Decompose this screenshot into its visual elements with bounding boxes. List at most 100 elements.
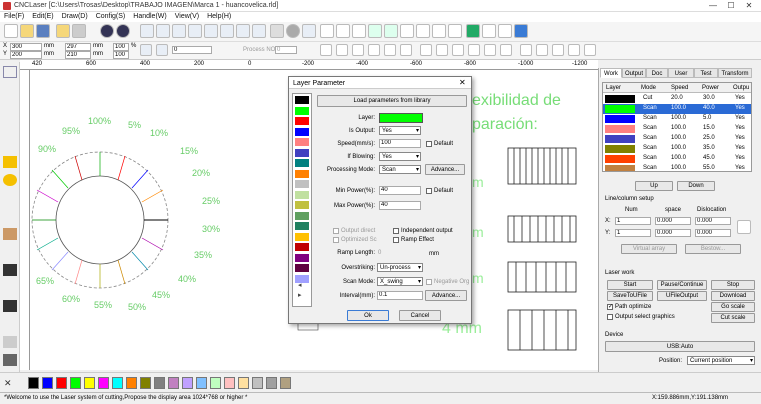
mirror-v-icon[interactable] [436, 44, 448, 56]
palette-swatch[interactable] [28, 377, 39, 389]
layer-swatch[interactable] [295, 264, 309, 272]
undo-icon[interactable] [100, 24, 114, 38]
palette-swatch[interactable] [140, 377, 151, 389]
arrow-nw-icon[interactable] [520, 44, 532, 56]
no-color-icon[interactable]: ✕ [4, 378, 14, 388]
palette-swatch[interactable] [168, 377, 179, 389]
ramp-effect-checkbox[interactable] [393, 237, 399, 243]
layer-swatch[interactable] [295, 201, 309, 209]
close-curve-icon[interactable] [432, 24, 446, 38]
output-select-checkbox[interactable] [607, 314, 613, 320]
palette-swatch[interactable] [266, 377, 277, 389]
lock-icon[interactable] [500, 44, 512, 56]
maximize-button[interactable]: ☐ [723, 1, 739, 11]
rotate-tool-icon[interactable] [3, 336, 17, 348]
array-grid-icon[interactable] [737, 220, 751, 234]
ramp-length-field[interactable]: 0 [378, 250, 381, 256]
layer-swatch[interactable] [295, 117, 309, 125]
palette-swatch[interactable] [42, 377, 53, 389]
palette-swatch[interactable] [252, 377, 263, 389]
palette-swatch[interactable] [238, 377, 249, 389]
max-power-field[interactable]: 40 [379, 201, 421, 210]
x-position-field[interactable]: 300 [10, 43, 42, 51]
palette-swatch[interactable] [210, 377, 221, 389]
zoom-in-icon[interactable] [140, 24, 154, 38]
polyline-tool-icon[interactable] [3, 120, 17, 132]
table-row[interactable]: Scan 100.0 55.0 Yes [603, 164, 751, 171]
mirror-tool-icon[interactable] [3, 318, 17, 330]
scroll-left-icon[interactable]: ◂ [298, 281, 302, 289]
height-field[interactable]: 210 [65, 51, 91, 59]
speed-default-checkbox[interactable] [426, 141, 432, 147]
settings-icon[interactable] [514, 24, 528, 38]
layer-swatch[interactable] [295, 232, 309, 241]
power-default-checkbox[interactable] [426, 188, 432, 194]
angle-field[interactable]: 0 [172, 46, 212, 54]
curve-icon[interactable] [320, 24, 334, 38]
overstriking-select[interactable]: Un-process [377, 263, 423, 272]
optimized-scan-checkbox[interactable] [333, 237, 339, 243]
layer-swatch[interactable] [295, 96, 309, 104]
frame-icon[interactable] [498, 24, 512, 38]
export-icon[interactable] [72, 24, 86, 38]
up-button[interactable]: Up [635, 181, 673, 191]
table-row[interactable]: Scan 100.0 15.0 Yes [603, 124, 751, 134]
menu-draw[interactable]: Draw(D) [58, 12, 92, 22]
download-button[interactable]: Download [711, 291, 755, 301]
circle-tool-icon[interactable] [286, 24, 300, 38]
layer-swatch[interactable] [295, 190, 309, 199]
y-space-field[interactable]: 0.000 [655, 229, 691, 237]
position-select[interactable]: Current position [687, 356, 755, 365]
arrow-ne-icon[interactable] [536, 44, 548, 56]
ellipse-tool-icon[interactable] [3, 174, 17, 186]
go-scale-button[interactable]: Go scale [711, 302, 755, 312]
tab-output[interactable]: Output [622, 68, 646, 78]
palette-swatch[interactable] [280, 377, 291, 389]
bestow-button[interactable]: Bestow... [685, 244, 741, 254]
table-row[interactable]: Cut 20.0 30.0 Yes [603, 94, 751, 104]
palette-swatch[interactable] [56, 377, 67, 389]
measure-tool-icon[interactable] [3, 246, 17, 258]
zoom-real-icon[interactable] [252, 24, 266, 38]
zoom-select-icon[interactable] [204, 24, 218, 38]
palette-swatch[interactable] [126, 377, 137, 389]
scroll-right-icon[interactable]: ▸ [298, 291, 302, 299]
min-power-field[interactable]: 40 [379, 186, 421, 195]
layer-swatch[interactable] [295, 243, 309, 251]
menu-config[interactable]: Config(S) [92, 12, 130, 22]
height-pct-field[interactable]: 100 [113, 51, 129, 59]
scan-mode-select[interactable]: X_swing [377, 277, 423, 286]
monitor-icon[interactable] [466, 24, 480, 38]
menu-help[interactable]: Help(H) [203, 12, 235, 22]
cancel-button[interactable]: Cancel [399, 310, 441, 321]
vertical-mirror-icon[interactable] [352, 24, 366, 38]
layer-swatch[interactable] [295, 148, 309, 157]
x-space-field[interactable]: 0.000 [655, 217, 691, 225]
align-top-icon[interactable] [352, 44, 364, 56]
align-left-icon[interactable] [320, 44, 332, 56]
cut-scale-button[interactable]: Cut scale [711, 313, 755, 323]
advance-button-2[interactable]: Advance... [425, 290, 467, 301]
redo-icon[interactable] [116, 24, 130, 38]
device-select[interactable]: USB:Auto [605, 341, 755, 352]
measure-icon[interactable] [302, 24, 316, 38]
y-position-field[interactable]: 200 [10, 51, 42, 59]
tab-user[interactable]: User [668, 68, 694, 78]
node-edit-icon[interactable] [3, 84, 17, 96]
processing-mode-select[interactable]: Scan [379, 165, 421, 174]
interval-field[interactable]: 0.1 [377, 291, 423, 300]
rotate-icon[interactable] [156, 44, 168, 56]
menu-file[interactable]: File(F) [0, 12, 28, 22]
mirror-h-icon[interactable] [420, 44, 432, 56]
align-bottom-icon[interactable] [368, 44, 380, 56]
x-num-field[interactable]: 1 [615, 217, 651, 225]
y-num-field[interactable]: 1 [615, 229, 651, 237]
palette-swatch[interactable] [84, 377, 95, 389]
x-dislocation-field[interactable]: 0.000 [695, 217, 731, 225]
palette-swatch[interactable] [196, 377, 207, 389]
dots-icon[interactable] [416, 24, 430, 38]
ufile-output-button[interactable]: UFileOutput [657, 291, 707, 301]
layer-swatch[interactable] [295, 127, 309, 136]
import-icon[interactable] [56, 24, 70, 38]
tab-doc[interactable]: Doc [646, 68, 668, 78]
